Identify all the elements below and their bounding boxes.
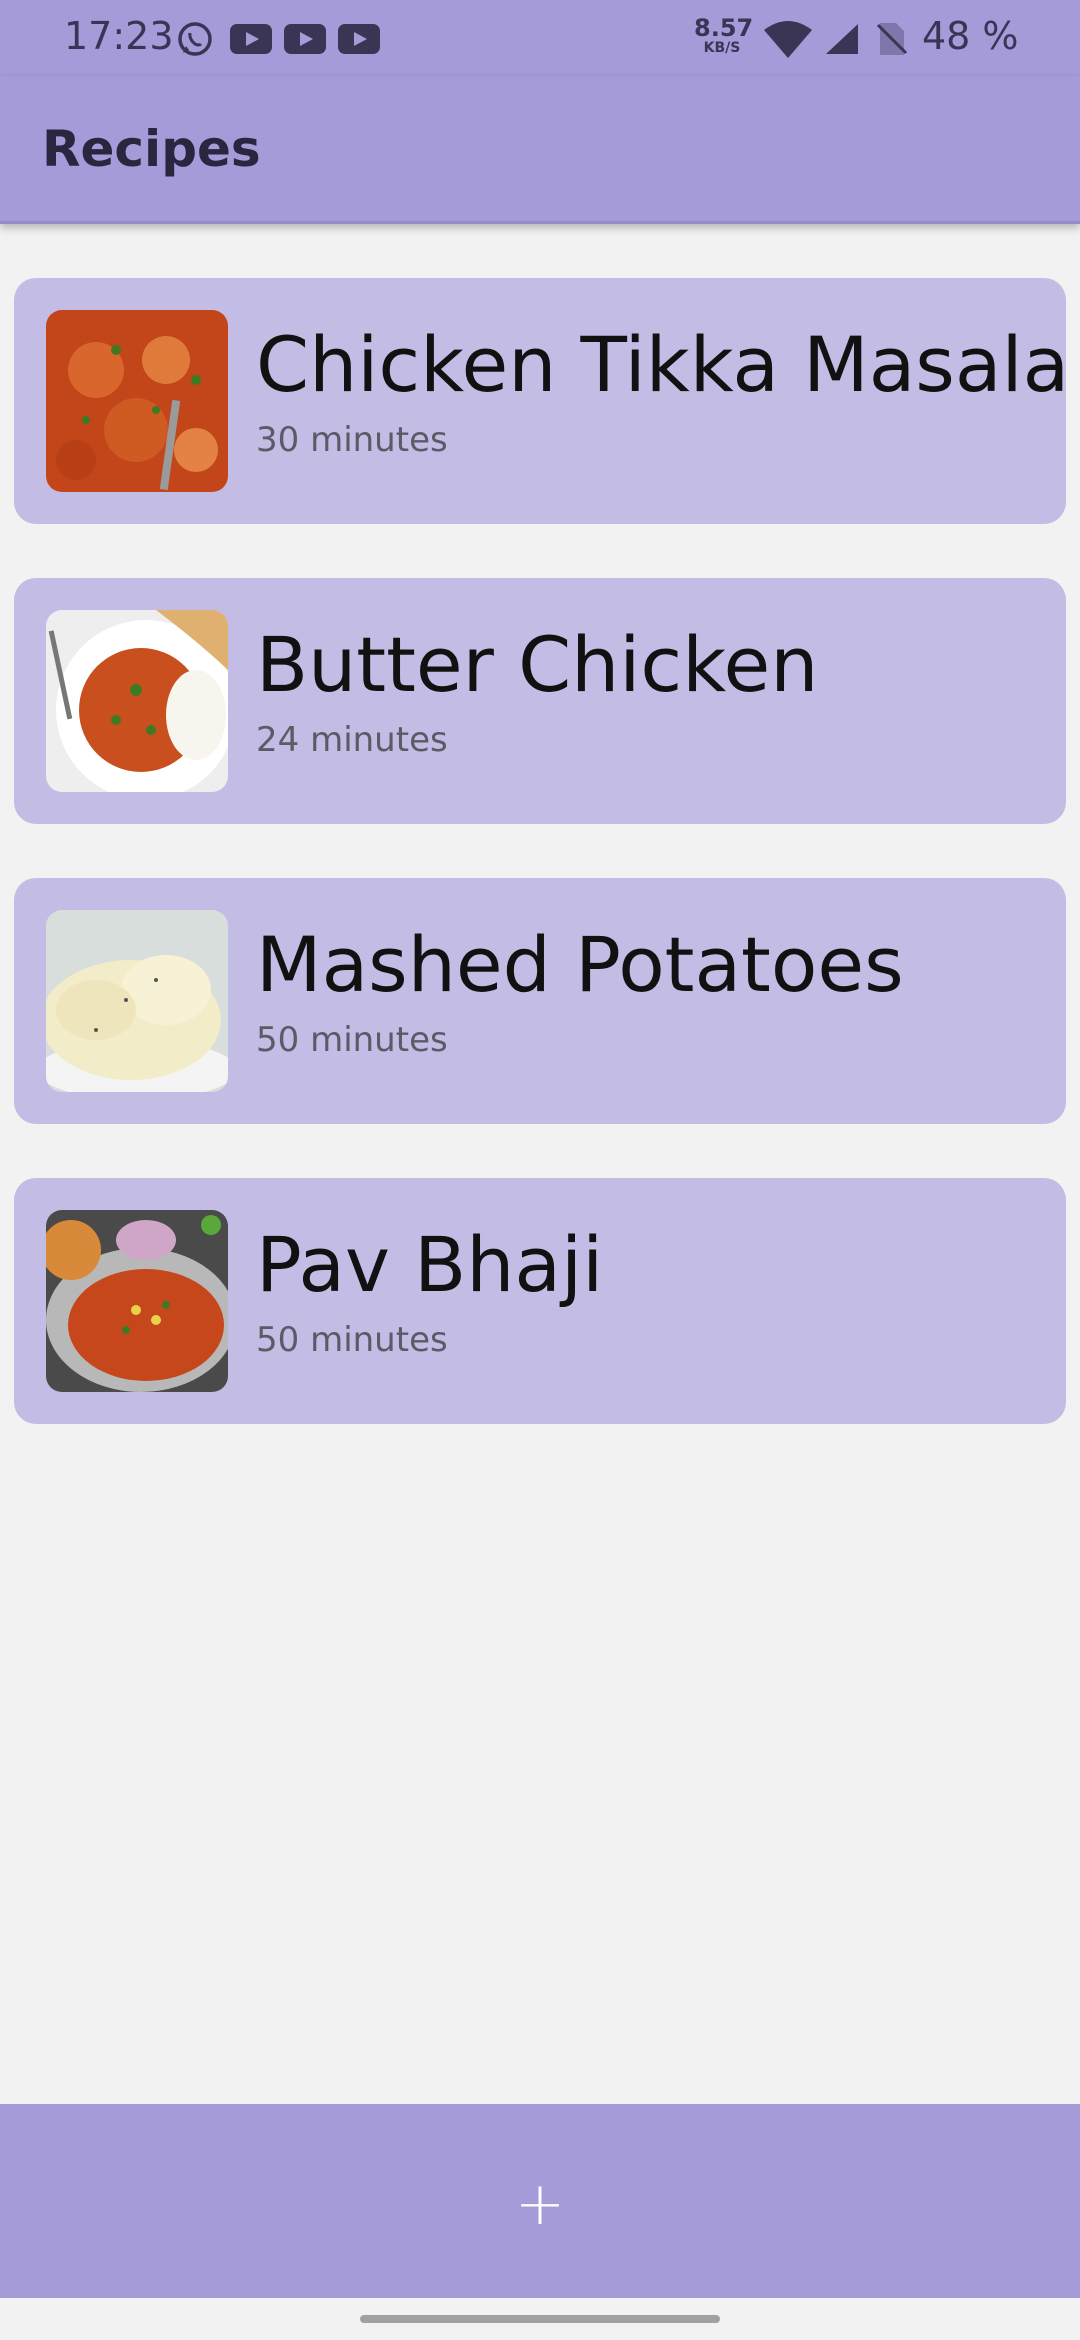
recipe-name: Pav Bhaji	[256, 1220, 604, 1309]
recipe-card[interactable]: Pav Bhaji 50 minutes	[14, 1178, 1066, 1424]
battery-level: 48 %	[922, 14, 1019, 58]
no-sim-icon	[876, 22, 908, 56]
network-speed-unit: KB/S	[703, 40, 741, 56]
recipe-name: Butter Chicken	[256, 620, 819, 709]
plus-icon: +	[514, 2169, 566, 2239]
whatsapp-icon	[176, 22, 216, 56]
recipe-card[interactable]: Mashed Potatoes 50 minutes	[14, 878, 1066, 1124]
recipe-thumbnail	[46, 310, 228, 492]
network-speed-value: 8.57	[694, 14, 754, 42]
bottom-bar: +	[0, 2104, 1080, 2298]
recipe-card[interactable]: Butter Chicken 24 minutes	[14, 578, 1066, 824]
recipe-thumbnail	[46, 610, 228, 792]
recipe-time: 50 minutes	[256, 1020, 448, 1060]
recipe-name: Mashed Potatoes	[256, 920, 904, 1009]
recipe-card[interactable]: Chicken Tikka Masala 30 minutes	[14, 278, 1070, 524]
signal-icon	[824, 22, 860, 56]
youtube-icon	[230, 22, 272, 56]
gesture-nav-handle[interactable]	[360, 2315, 720, 2323]
add-recipe-button[interactable]: +	[490, 2154, 590, 2254]
status-time: 17:23	[64, 14, 174, 58]
recipe-time: 50 minutes	[256, 1320, 448, 1360]
recipe-name: Chicken Tikka Masala	[256, 320, 1070, 409]
page-title: Recipes	[42, 120, 261, 178]
recipe-time: 24 minutes	[256, 720, 448, 760]
app-bar: Recipes	[0, 76, 1080, 224]
status-bar: 17:23 8.57 KB/S 48 %	[0, 0, 1080, 76]
youtube-icon	[284, 22, 326, 56]
recipe-thumbnail	[46, 910, 228, 1092]
youtube-icon	[338, 22, 380, 56]
recipe-thumbnail	[46, 1210, 228, 1392]
wifi-icon	[762, 21, 814, 58]
network-speed: 8.57 KB/S	[694, 14, 754, 56]
recipe-time: 30 minutes	[256, 420, 448, 460]
